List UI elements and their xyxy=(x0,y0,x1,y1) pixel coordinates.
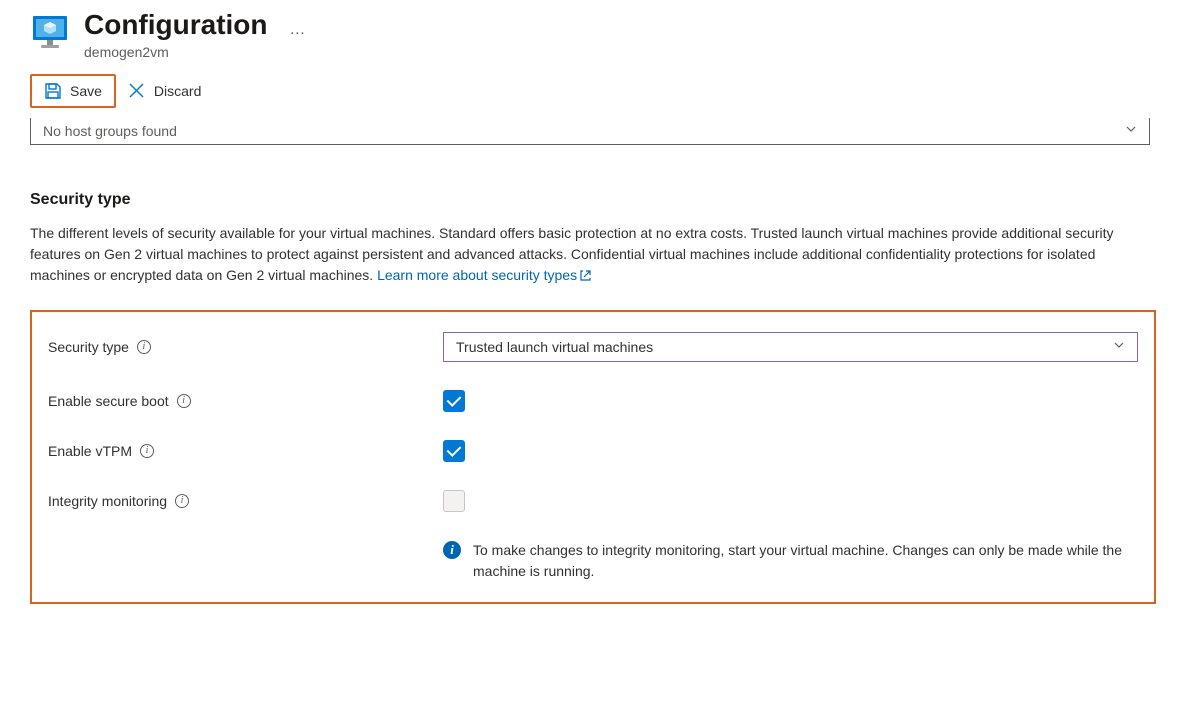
secure-boot-label-col: Enable secure boot i xyxy=(48,393,443,409)
security-type-label: Security type xyxy=(48,339,129,355)
external-link-icon xyxy=(579,267,592,288)
host-group-value: No host groups found xyxy=(43,123,177,139)
secure-boot-label: Enable secure boot xyxy=(48,393,169,409)
page-title: Configuration xyxy=(84,8,268,42)
secure-boot-control xyxy=(443,390,1138,412)
security-type-label-col: Security type i xyxy=(48,339,443,355)
info-icon[interactable]: i xyxy=(137,340,151,354)
save-icon xyxy=(44,82,62,100)
learn-more-link[interactable]: Learn more about security types xyxy=(377,267,592,283)
vtpm-label: Enable vTPM xyxy=(48,443,132,459)
security-settings-panel: Security type i Trusted launch virtual m… xyxy=(30,310,1156,604)
integrity-row: Integrity monitoring i xyxy=(48,490,1138,512)
content-area: No host groups found Security type The d… xyxy=(0,118,1186,604)
info-icon[interactable]: i xyxy=(140,444,154,458)
info-icon[interactable]: i xyxy=(175,494,189,508)
more-actions-button[interactable]: … xyxy=(289,21,306,39)
discard-button[interactable]: Discard xyxy=(116,76,213,106)
host-group-select[interactable]: No host groups found xyxy=(30,118,1150,145)
vtpm-row: Enable vTPM i xyxy=(48,440,1138,462)
discard-icon xyxy=(128,82,146,100)
chevron-down-icon xyxy=(1113,339,1125,354)
vm-icon xyxy=(30,12,70,52)
security-section-title: Security type xyxy=(30,191,1156,209)
integrity-control xyxy=(443,490,1138,512)
title-block: Configuration … demogen2vm xyxy=(84,8,1156,60)
chevron-down-icon xyxy=(1125,123,1137,138)
security-type-row: Security type i Trusted launch virtual m… xyxy=(48,332,1138,362)
integrity-checkbox xyxy=(443,490,465,512)
info-icon[interactable]: i xyxy=(177,394,191,408)
page-header: Configuration … demogen2vm xyxy=(0,0,1186,60)
secure-boot-checkbox[interactable] xyxy=(443,390,465,412)
secure-boot-row: Enable secure boot i xyxy=(48,390,1138,412)
integrity-label: Integrity monitoring xyxy=(48,493,167,509)
vtpm-label-col: Enable vTPM i xyxy=(48,443,443,459)
toolbar: Save Discard xyxy=(0,60,1186,118)
save-label: Save xyxy=(70,83,102,99)
integrity-label-col: Integrity monitoring i xyxy=(48,493,443,509)
discard-label: Discard xyxy=(154,83,201,99)
vtpm-control xyxy=(443,440,1138,462)
security-type-value: Trusted launch virtual machines xyxy=(456,339,653,355)
save-button[interactable]: Save xyxy=(30,74,116,108)
security-description: The different levels of security availab… xyxy=(30,223,1130,288)
vtpm-checkbox[interactable] xyxy=(443,440,465,462)
info-circle-icon: i xyxy=(443,541,461,559)
resource-name: demogen2vm xyxy=(84,44,1156,60)
integrity-info-banner: i To make changes to integrity monitorin… xyxy=(443,540,1138,582)
integrity-info-text: To make changes to integrity monitoring,… xyxy=(473,540,1138,582)
security-type-select[interactable]: Trusted launch virtual machines xyxy=(443,332,1138,362)
security-type-control: Trusted launch virtual machines xyxy=(443,332,1138,362)
